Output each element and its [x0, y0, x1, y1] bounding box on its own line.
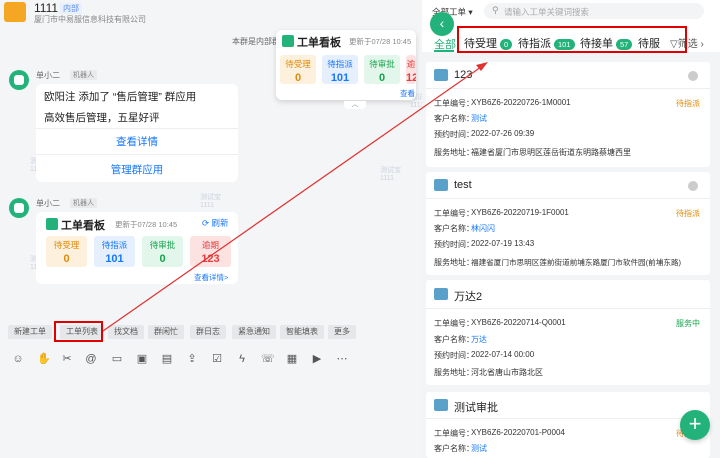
annotation-arrow — [102, 62, 488, 332]
